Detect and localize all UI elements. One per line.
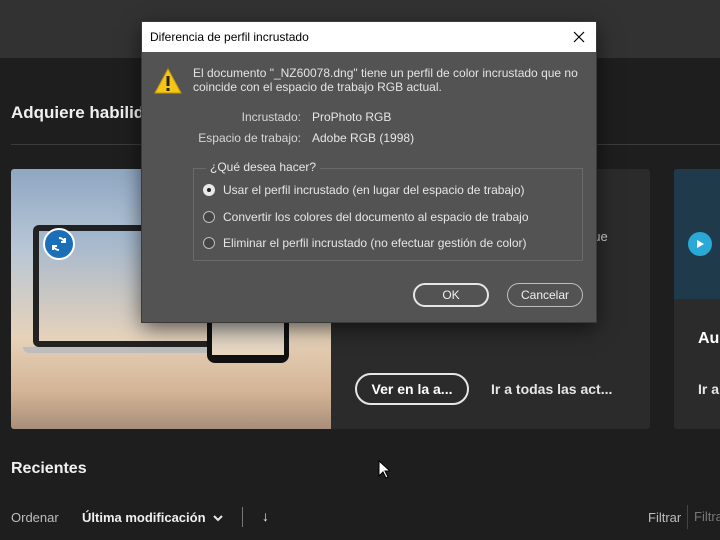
close-icon[interactable] (570, 28, 588, 46)
all-activities-link[interactable]: Ir a todas las act... (491, 381, 612, 397)
warning-icon (154, 68, 182, 94)
section-title: Adquiere habilida (11, 103, 154, 122)
view-in-app-button[interactable]: Ver en la a... (355, 373, 469, 405)
ok-button[interactable]: OK (413, 283, 489, 307)
embedded-value: ProPhoto RGB (312, 110, 392, 124)
options-question: ¿Qué desea hacer? (206, 160, 321, 174)
recent-title: Recientes (11, 460, 87, 477)
filter-input[interactable]: Filtra (687, 505, 720, 529)
right-card-link[interactable]: Ir a (698, 381, 719, 397)
embedded-label: Incrustado: (241, 110, 301, 124)
profile-mismatch-dialog: Diferencia de perfil incrustado El docum… (142, 22, 596, 322)
right-card[interactable]: Au Ir a (674, 169, 720, 429)
option-convert[interactable]: Convertir los colores del documento al e… (203, 210, 529, 224)
dialog-message: El documento "_NZ60078.dng" tiene un per… (193, 66, 578, 94)
option-use-embedded[interactable]: Usar el perfil incrustado (en lugar del … (203, 183, 525, 197)
chevron-down-icon (212, 514, 223, 521)
right-card-title: Au (698, 330, 720, 347)
arrow-down-icon[interactable]: ↓ (262, 508, 269, 524)
cancel-button[interactable]: Cancelar (507, 283, 583, 307)
dialog-title: Diferencia de perfil incrustado (150, 30, 309, 44)
sync-icon (43, 228, 75, 260)
radio-convert[interactable] (203, 211, 215, 223)
sort-select[interactable]: Última modificación (82, 510, 224, 525)
workspace-value: Adobe RGB (1998) (312, 131, 415, 145)
dialog-titlebar: Diferencia de perfil incrustado (142, 22, 596, 52)
workspace-label: Espacio de trabajo: (198, 131, 301, 145)
option-discard[interactable]: Eliminar el perfil incrustado (no efectu… (203, 236, 526, 250)
filter-label: Filtrar (648, 510, 682, 525)
mouse-cursor (378, 460, 390, 479)
play-icon[interactable] (688, 232, 712, 256)
sort-bar: Ordenar Última modificación ↓ Filtrar Fi… (0, 505, 720, 531)
radio-discard[interactable] (203, 237, 215, 249)
sort-label: Ordenar (11, 510, 59, 525)
radio-use-embedded[interactable] (203, 184, 215, 196)
